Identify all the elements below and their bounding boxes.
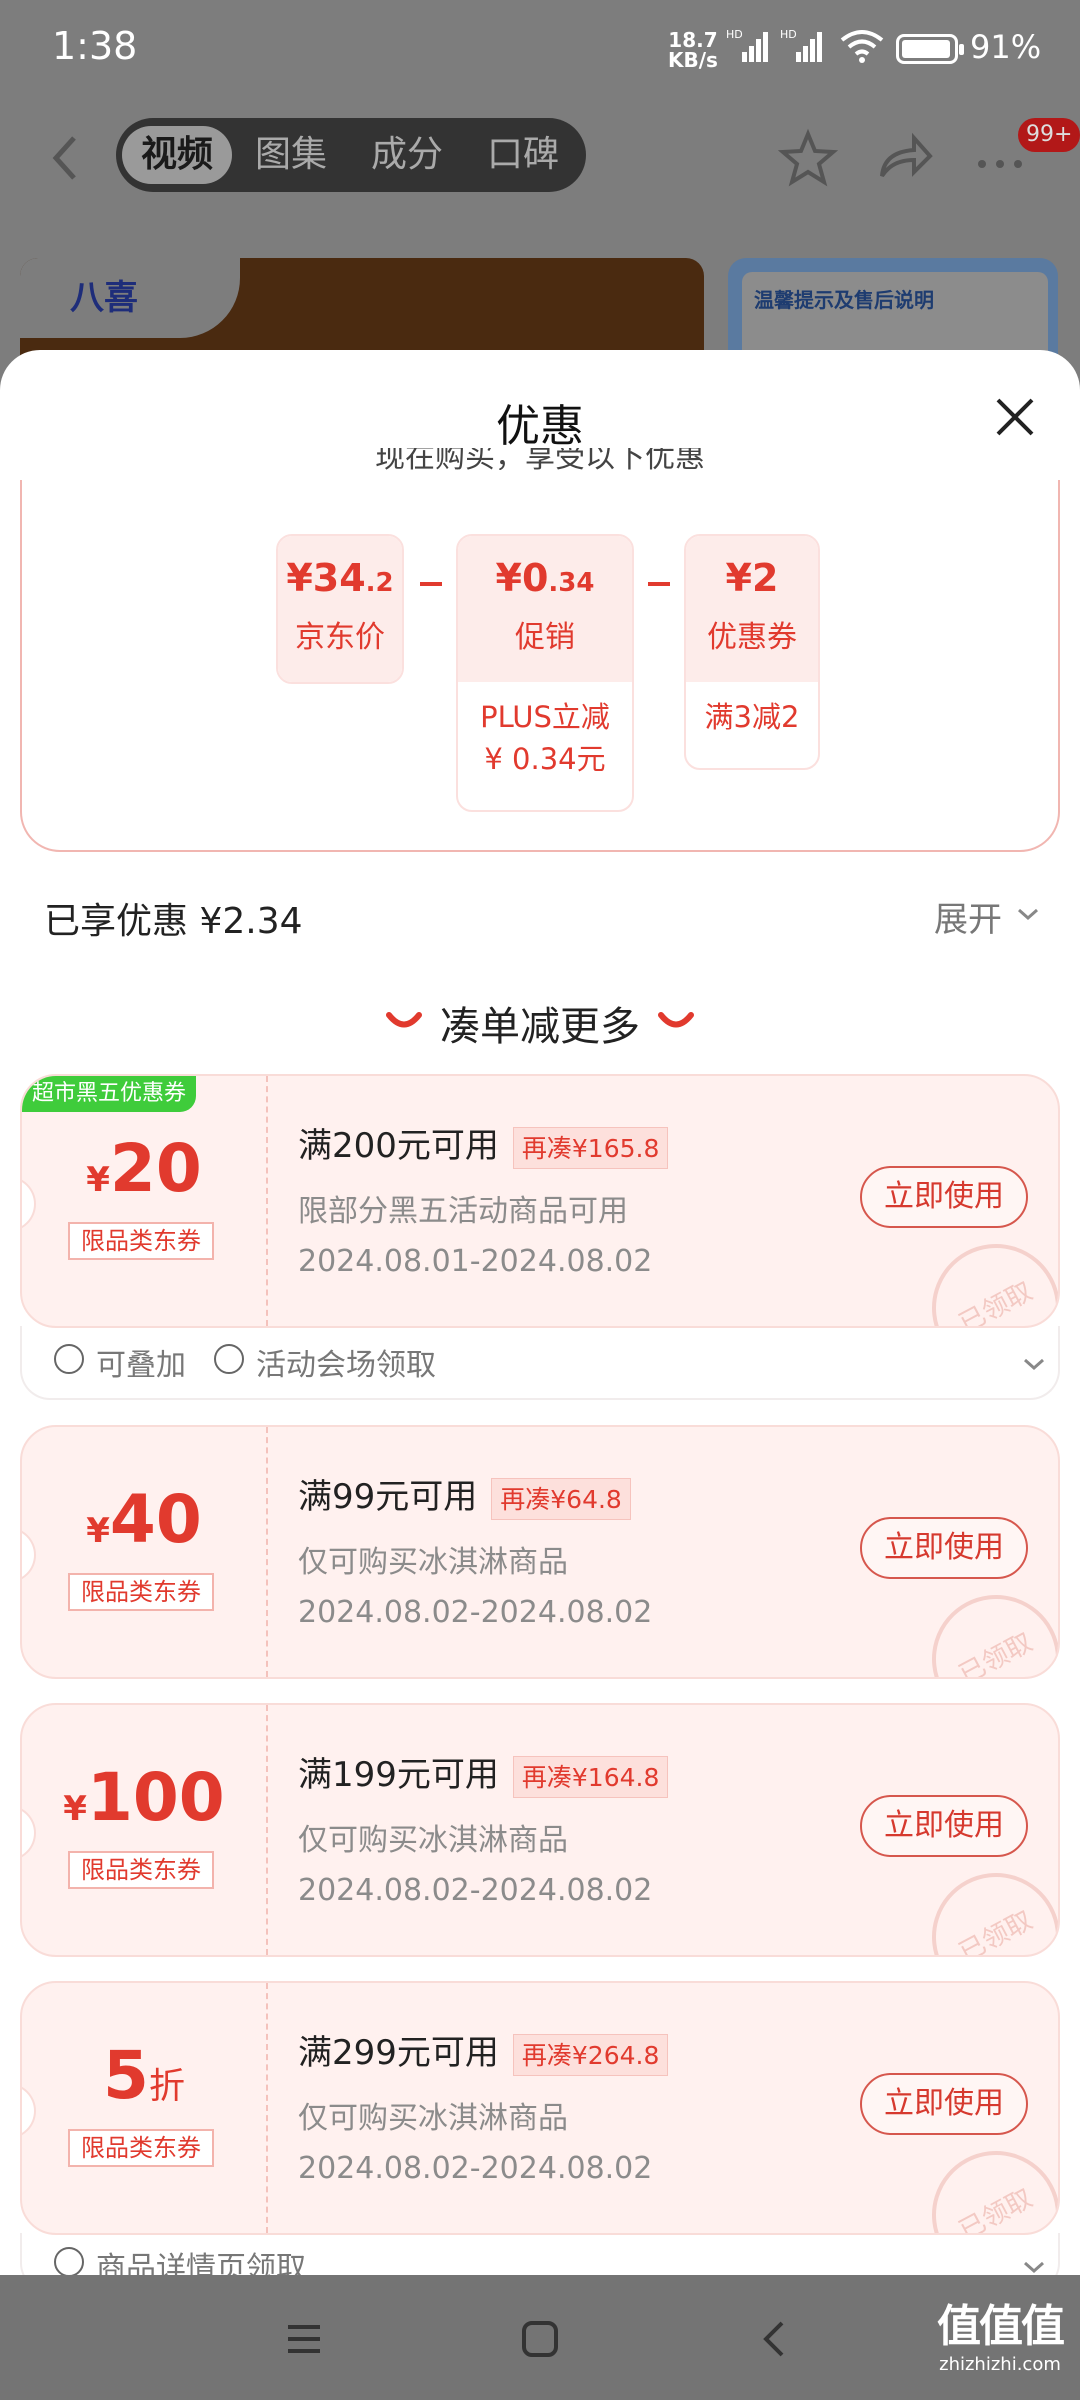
coupon-tag: 超市黑五优惠券 bbox=[22, 1076, 197, 1112]
speed-value: 18.7 bbox=[668, 28, 718, 52]
price-jd: ¥34.2 京东价 bbox=[276, 534, 404, 684]
coupon-desc: 仅可购买冰淇淋商品 bbox=[298, 1823, 568, 1858]
detail-page-label: 商品详情页领取 bbox=[96, 2251, 306, 2275]
coupon-card: 5折 限品类东券 满299元可用 再凑¥264.8 仅可购买冰淇淋商品 2024.… bbox=[20, 1981, 1060, 2235]
coupon-card: 超市黑五优惠券 ¥20 限品类东券 满200元可用 再凑¥165.8 限部分黑五活… bbox=[20, 1074, 1060, 1328]
coupon-category: 限品类东券 bbox=[68, 1222, 214, 1260]
use-now-button[interactable]: 立即使用 bbox=[860, 1795, 1028, 1857]
coupon-card: ¥100 限品类东券 满199元可用 再凑¥164.8 仅可购买冰淇淋商品 202… bbox=[20, 1703, 1060, 1957]
claimed-stamp: 已领取 bbox=[909, 1572, 1058, 1677]
wifi-icon bbox=[840, 30, 884, 63]
signal-icon: HD bbox=[726, 28, 768, 62]
enjoyed-discount: 已享优惠 ¥2.34 bbox=[44, 901, 303, 942]
price-jd-label: 京东价 bbox=[295, 620, 385, 655]
network-speed: 18.7 KB/s bbox=[668, 30, 718, 70]
promo-detail: PLUS立减 bbox=[480, 700, 610, 734]
back-icon[interactable] bbox=[40, 128, 90, 188]
close-icon[interactable] bbox=[990, 392, 1040, 442]
back-nav-icon[interactable] bbox=[754, 2317, 798, 2361]
status-bar: 1:38 18.7 KB/s HD HD 91% bbox=[0, 0, 1080, 100]
use-now-button[interactable]: 立即使用 bbox=[860, 1166, 1028, 1228]
price-coupon-label: 优惠券 bbox=[707, 620, 797, 655]
menu-icon[interactable] bbox=[282, 2317, 326, 2361]
coupon-value: ¥100 bbox=[63, 1759, 225, 1836]
tab-video[interactable]: 视频 bbox=[122, 126, 232, 184]
use-now-button[interactable]: 立即使用 bbox=[860, 1517, 1028, 1579]
coupon-date: 2024.08.01-2024.08.02 bbox=[298, 1244, 653, 1279]
price-coupon: ¥2 优惠券 满3减2 bbox=[684, 534, 820, 770]
minus-sign bbox=[420, 582, 442, 586]
use-now-button[interactable]: 立即使用 bbox=[860, 2073, 1028, 2135]
battery-percent: 91% bbox=[970, 28, 1042, 66]
brand-logo: 八喜 bbox=[20, 258, 240, 338]
minus-sign bbox=[648, 582, 670, 586]
venue-label: 活动会场领取 bbox=[256, 1348, 436, 1383]
price-promo: ¥0.34 促销 PLUS立减 ¥ 0.34元 bbox=[456, 534, 634, 812]
system-nav-bar bbox=[0, 2275, 1080, 2400]
coupon-value: ¥40 bbox=[86, 1481, 202, 1558]
claimed-stamp: 已领取 bbox=[909, 1850, 1058, 1955]
coupon-card: ¥40 限品类东券 满99元可用 再凑¥64.8 仅可购买冰淇淋商品 2024.0… bbox=[20, 1425, 1060, 1679]
coupon-category: 限品类东券 bbox=[68, 1573, 214, 1611]
price-promo-amount: ¥0 bbox=[495, 556, 549, 600]
star-icon[interactable] bbox=[778, 128, 838, 188]
coupon-extra-row: 商品详情页领取 bbox=[20, 2233, 1060, 2275]
coupon-date: 2024.08.02-2024.08.02 bbox=[298, 1595, 653, 1630]
more-deals-title: 凑单减更多 bbox=[440, 1004, 640, 1050]
coupon-condition: 满200元可用 再凑¥165.8 bbox=[298, 1118, 669, 1169]
price-promo-label: 促销 bbox=[515, 620, 575, 655]
sheet-title: 优惠 bbox=[496, 401, 584, 452]
stack-icon bbox=[54, 1344, 84, 1374]
home-icon[interactable] bbox=[518, 2317, 562, 2361]
stackable-label: 可叠加 bbox=[96, 1348, 186, 1383]
media-tabs: 视频 图集 成分 口碑 bbox=[116, 118, 586, 192]
tab-reviews[interactable]: 口碑 bbox=[468, 126, 578, 184]
coupon-rule: 满3减2 bbox=[704, 700, 800, 734]
smile-icon bbox=[658, 1012, 694, 1028]
watermark-url: zhizhizhi.com bbox=[939, 2354, 1061, 2375]
coupon-value: 5折 bbox=[103, 2037, 185, 2114]
venue-icon bbox=[54, 2247, 84, 2275]
coupon-category: 限品类东券 bbox=[68, 2129, 214, 2167]
svg-text:HD: HD bbox=[780, 28, 797, 41]
claimed-stamp: 已领取 bbox=[909, 2128, 1058, 2233]
coupon-condition: 满99元可用 再凑¥64.8 bbox=[298, 1469, 631, 1520]
coupon-condition: 满199元可用 再凑¥164.8 bbox=[298, 1747, 669, 1798]
battery-icon bbox=[896, 34, 964, 64]
coupon-date: 2024.08.02-2024.08.02 bbox=[298, 2151, 653, 2186]
watermark-logo: 值值值 bbox=[937, 2301, 1065, 2352]
coupon-value: ¥20 bbox=[86, 1130, 202, 1207]
watermark: 值值值 zhizhizhi.com bbox=[930, 2290, 1070, 2375]
coupon-condition: 满299元可用 再凑¥264.8 bbox=[298, 2025, 669, 2076]
coupon-date: 2024.08.02-2024.08.02 bbox=[298, 1873, 653, 1908]
coupon-desc: 仅可购买冰淇淋商品 bbox=[298, 1545, 568, 1580]
chevron-down-icon[interactable] bbox=[1022, 2259, 1046, 2275]
signal-icon-2: HD bbox=[780, 28, 822, 62]
coupon-desc: 仅可购买冰淇淋商品 bbox=[298, 2101, 568, 2136]
claimed-stamp: 已领取 bbox=[909, 1221, 1058, 1326]
coupon-category: 限品类东券 bbox=[68, 1851, 214, 1889]
chevron-down-icon[interactable] bbox=[1016, 906, 1040, 922]
promo-detail-amount: ¥ 0.34元 bbox=[484, 742, 606, 776]
tab-ingredients[interactable]: 成分 bbox=[352, 126, 462, 184]
coupon-need: 再凑¥164.8 bbox=[512, 1755, 669, 1798]
status-time: 1:38 bbox=[52, 24, 138, 68]
coupon-need: 再凑¥165.8 bbox=[512, 1126, 669, 1169]
tab-gallery[interactable]: 图集 bbox=[236, 126, 346, 184]
venue-icon bbox=[214, 1344, 244, 1374]
speed-unit: KB/s bbox=[668, 48, 718, 72]
price-jd-amount: ¥34 bbox=[286, 556, 366, 600]
coupon-need: 再凑¥264.8 bbox=[512, 2033, 669, 2076]
price-coupon-amount: ¥2 bbox=[725, 556, 779, 600]
chevron-down-icon[interactable] bbox=[1022, 1356, 1046, 1372]
notification-badge: 99+ bbox=[1018, 118, 1080, 152]
coupon-need: 再凑¥64.8 bbox=[491, 1477, 631, 1520]
coupon-extra-row: 可叠加 活动会场领取 bbox=[20, 1326, 1060, 1400]
discount-sheet: 优惠 现在购买，享受以下优惠 ¥34.2 京东价 ¥0.34 促销 PLUS立减… bbox=[0, 350, 1080, 2275]
share-icon[interactable] bbox=[874, 128, 934, 188]
expand-button[interactable]: 展开 bbox=[934, 892, 1002, 941]
svg-text:HD: HD bbox=[726, 28, 743, 41]
coupon-desc: 限部分黑五活动商品可用 bbox=[298, 1194, 628, 1229]
summary-tip: 现在购买，享受以下优惠 bbox=[375, 448, 705, 470]
